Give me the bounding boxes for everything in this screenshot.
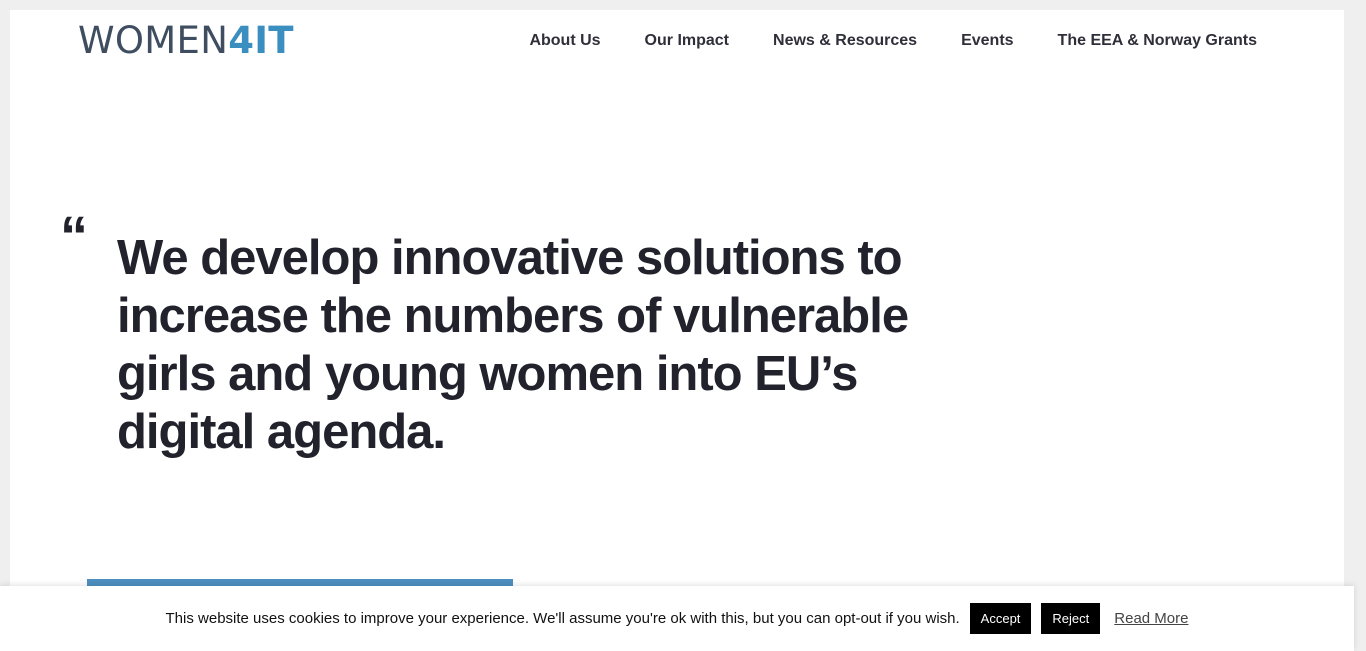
site-logo[interactable]: WOMEN4IT bbox=[78, 21, 294, 61]
read-more-link[interactable]: Read More bbox=[1114, 610, 1188, 627]
main-nav: About Us Our Impact News & Resources Eve… bbox=[529, 32, 1257, 50]
nav-item-eea-norway-grants[interactable]: The EEA & Norway Grants bbox=[1058, 32, 1257, 50]
nav-item-our-impact[interactable]: Our Impact bbox=[645, 32, 729, 50]
logo-text-women: WOMEN bbox=[78, 19, 229, 62]
nav-item-about-us[interactable]: About Us bbox=[529, 32, 600, 50]
cookie-banner: This website uses cookies to improve you… bbox=[0, 586, 1354, 651]
quote-mark-icon: “ bbox=[60, 204, 88, 267]
cookie-message: This website uses cookies to improve you… bbox=[165, 610, 960, 627]
nav-item-events[interactable]: Events bbox=[961, 32, 1013, 50]
reject-button[interactable]: Reject bbox=[1041, 603, 1101, 634]
page-container: WOMEN4IT About Us Our Impact News & Reso… bbox=[10, 10, 1344, 651]
accept-button[interactable]: Accept bbox=[969, 603, 1032, 634]
nav-item-news-resources[interactable]: News & Resources bbox=[773, 32, 917, 50]
logo-text-4it: 4IT bbox=[228, 19, 294, 62]
hero-headline: We develop innovative solutions to incre… bbox=[117, 231, 909, 459]
